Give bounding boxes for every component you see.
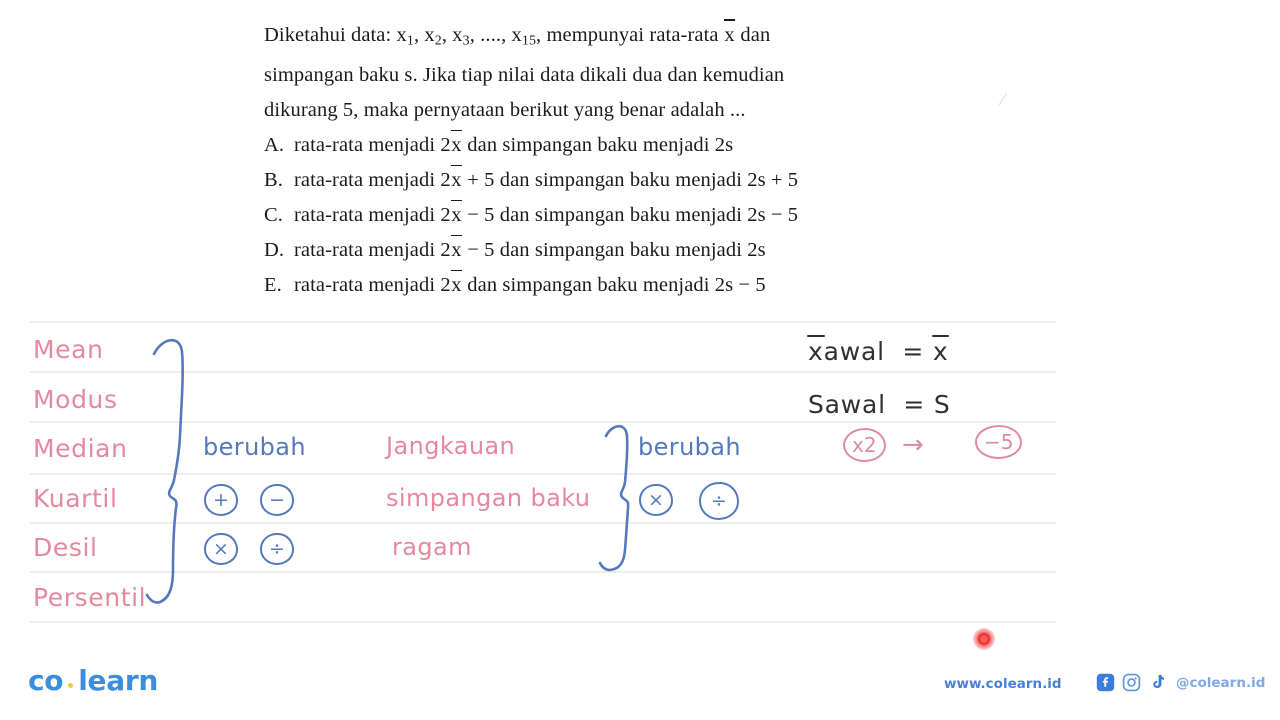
transform-multiply-badge[interactable]: x2 [843,428,886,462]
q1-sub4: 15 [521,33,537,49]
x-bar-symbol: x [450,128,463,163]
website-url[interactable]: www.colearn.id [944,676,1062,692]
formula-sd-initial: Sawal = S [808,390,951,419]
q1-post: dan [735,24,771,46]
option-b-text: rata-rata menjadi 2x + 5 dan simpangan b… [294,163,1044,198]
option-b[interactable]: B. rata-rata menjadi 2x + 5 dan simpangan… [264,163,1044,198]
measure-kuartil: Kuartil [33,484,118,513]
option-a[interactable]: A. rata-rata menjadi 2x dan simpangan bak… [264,128,1044,163]
q1-m2: , x [441,24,463,46]
logo-text-learn: learn [78,664,158,697]
measure-modus: Modus [33,385,118,414]
option-d[interactable]: D. rata-rata menjadi 2x − 5 dan simpangan… [264,233,1044,268]
x-bar-symbol: x [450,268,463,303]
option-a-letter: A. [264,134,285,157]
operator-divide-circle[interactable]: ÷ [260,533,294,565]
center-berubah-label: berubah [203,433,307,461]
option-e-letter: E. [264,274,282,297]
spread-operator-divide-circle[interactable]: ÷ [699,482,739,520]
operator-minus-circle[interactable]: − [260,484,294,516]
x-bar-symbol: x [450,163,463,198]
question-block: Diketahui data: x1, x2, x3, ...., x15, m… [264,18,1044,303]
spread-berubah-label: berubah [638,433,742,461]
measure-mean: Mean [33,335,104,364]
option-c[interactable]: C. rata-rata menjadi 2x − 5 dan simpangan… [264,198,1044,233]
tiktok-icon[interactable] [1148,673,1167,692]
laser-pointer-dot [973,628,995,650]
facebook-icon[interactable] [1096,673,1115,692]
x-bar-handwritten: x [931,335,950,366]
logo-dot-icon [68,683,74,688]
slide-canvas: Diketahui data: x1, x2, x3, ...., x15, m… [0,0,1280,720]
q1-pre: Diketahui data: x [264,24,407,46]
option-c-letter: C. [264,204,283,227]
measure-persentil: Persentil [33,583,147,612]
option-d-text: rata-rata menjadi 2x − 5 dan simpangan b… [294,233,1044,268]
x-bar-symbol: x [450,233,463,268]
left-brace-icon [145,338,184,604]
x-bar-symbol: x [723,18,736,53]
option-c-text: rata-rata menjadi 2x − 5 dan simpangan b… [294,198,1044,233]
option-b-letter: B. [264,169,283,192]
spread-term-ragam: ragam [392,533,472,561]
q1-sub3: 3 [462,33,470,49]
social-handle[interactable]: @colearn.id [1176,675,1265,691]
formula-mean-initial: xawal = x [807,335,950,366]
spread-term-jangkauan: Jangkauan [386,432,516,460]
option-e[interactable]: E. rata-rata menjadi 2x dan simpangan bak… [264,268,1044,303]
q1-sub1: 1 [406,33,414,49]
option-a-text: rata-rata menjadi 2x dan simpangan baku … [294,128,1044,163]
x-bar-symbol: x [450,198,463,233]
operator-times-circle[interactable]: × [204,533,238,565]
rule-line [30,621,1056,623]
instagram-icon[interactable] [1122,673,1141,692]
x-bar-handwritten: x [807,335,825,366]
option-e-text: rata-rata menjadi 2x dan simpangan baku … [294,268,1044,303]
measure-desil: Desil [33,533,98,562]
transform-subtract-badge[interactable]: −5 [975,425,1023,459]
social-links: @colearn.id [1096,673,1265,692]
q1-m1: , x [413,24,435,46]
q1-sub2: 2 [434,33,442,49]
measure-median: Median [33,434,128,463]
question-line-1: Diketahui data: x1, x2, x3, ...., x15, m… [264,18,1044,58]
spread-term-simpangan-baku: simpangan baku [386,484,591,512]
operator-plus-circle[interactable]: + [204,484,238,516]
option-d-letter: D. [264,239,285,262]
question-line-3: dikurang 5, maka pernyataan berikut yang… [264,99,746,122]
transform-arrow-icon: → [902,430,924,460]
colearn-logo: co learn [28,664,158,697]
spread-operator-times-circle[interactable]: × [639,484,673,516]
question-line-2: simpangan baku s. Jika tiap nilai data d… [264,64,785,87]
rule-line [30,321,1056,323]
q1-m3: , ...., x [469,24,522,46]
logo-text-co: co [28,664,64,697]
q1-m4: , mempunyai rata-rata [536,24,724,46]
